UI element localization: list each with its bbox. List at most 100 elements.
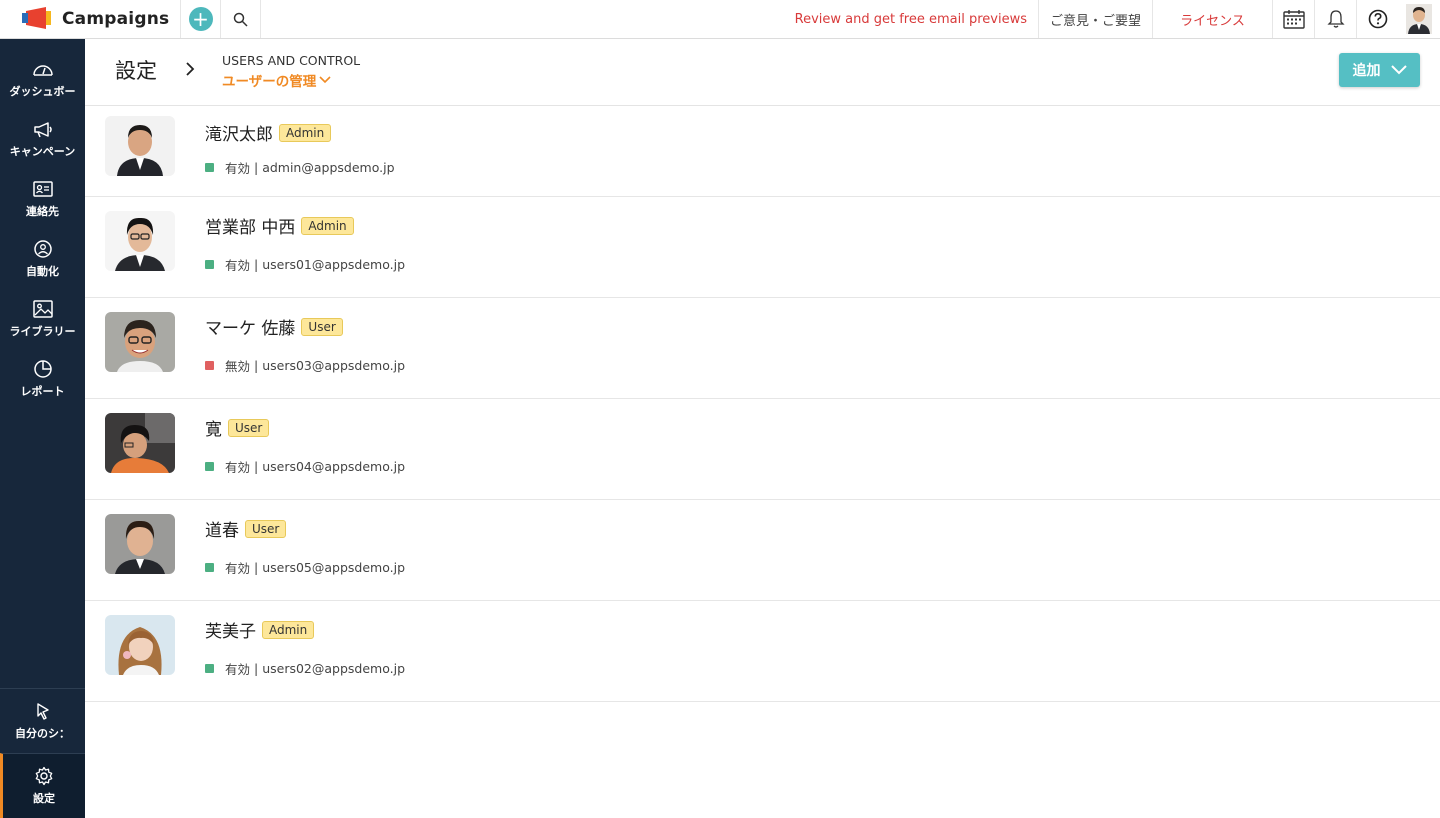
pointer-icon bbox=[36, 703, 49, 720]
user-name-line: マーケ 佐藤 User bbox=[205, 314, 343, 339]
sidebar-item-label: キャンペーン bbox=[9, 145, 76, 158]
feedback-link[interactable]: ご意見・ご要望 bbox=[1037, 0, 1152, 38]
user-name-line: 滝沢太郎 Admin bbox=[205, 120, 332, 145]
role-badge: User bbox=[228, 418, 270, 437]
user-avatar bbox=[105, 116, 175, 176]
role-badge: Admin bbox=[262, 620, 315, 639]
chevron-down-icon bbox=[1390, 65, 1407, 75]
user-email: admin@appsdemo.jp bbox=[262, 160, 395, 175]
role-badge: Admin bbox=[279, 123, 332, 142]
sidebar-item-settings[interactable]: 設定 bbox=[0, 753, 85, 818]
sidebar-item-campaigns[interactable]: キャンペーン bbox=[0, 109, 85, 169]
user-avatar bbox=[105, 413, 175, 473]
user-row[interactable]: 道春 User 有効 | users05@appsdemo.jp bbox=[85, 500, 1440, 601]
calendar-button[interactable] bbox=[1272, 0, 1314, 38]
user-name-line: 道春 User bbox=[205, 516, 287, 541]
page-header: 設定 USERS AND CONTROL ユーザーの管理 追加 bbox=[85, 39, 1440, 106]
sidebar-bottom: 自分のシ： 設定 bbox=[0, 688, 85, 818]
top-bar-spacer bbox=[260, 0, 784, 38]
help-icon bbox=[1368, 9, 1387, 29]
status-indicator bbox=[205, 163, 214, 172]
separator: | bbox=[250, 358, 263, 373]
user-status: 有効 bbox=[225, 258, 251, 273]
sidebar-item-label: 連絡先 bbox=[26, 205, 59, 218]
help-button[interactable] bbox=[1356, 0, 1398, 38]
status-indicator bbox=[205, 361, 214, 370]
user-status: 有効 bbox=[225, 161, 251, 176]
user-email: users03@appsdemo.jp bbox=[262, 358, 406, 373]
add-button[interactable]: 追加 bbox=[1339, 53, 1420, 87]
user-name: 芙美子 bbox=[205, 622, 256, 642]
sidebar-item-automation[interactable]: 自動化 bbox=[0, 229, 85, 289]
add-button-label: 追加 bbox=[1352, 63, 1381, 79]
email-preview-link[interactable]: Review and get free email previews bbox=[784, 0, 1038, 38]
subsection-label: ユーザーの管理 bbox=[222, 74, 317, 90]
notifications-button[interactable] bbox=[1314, 0, 1356, 38]
image-library-icon bbox=[32, 300, 53, 318]
separator: | bbox=[250, 459, 263, 474]
chevron-down-icon bbox=[319, 76, 331, 84]
separator: | bbox=[250, 160, 263, 175]
campaigns-logo-icon bbox=[22, 7, 51, 29]
create-button[interactable]: + bbox=[180, 0, 220, 38]
status-indicator bbox=[205, 563, 214, 572]
bell-icon bbox=[1326, 10, 1345, 28]
user-avatar bbox=[105, 514, 175, 574]
user-avatar-icon bbox=[1406, 4, 1432, 34]
sidebar-item-label: 自分のシ： bbox=[15, 727, 70, 740]
app-name: Campaigns bbox=[62, 9, 170, 29]
user-row[interactable]: 寛 User 有効 | users04@appsdemo.jp bbox=[85, 399, 1440, 500]
role-badge: User bbox=[301, 317, 343, 336]
user-status-line: 有効 | users04@appsdemo.jp bbox=[205, 457, 405, 476]
search-icon bbox=[233, 12, 248, 27]
separator: | bbox=[250, 560, 263, 575]
sidebar-item-label: ダッシュボー bbox=[9, 85, 76, 98]
sidebar: ダッシュボー キャンペーン 連絡先 自動化 ライブラリー レポート 自分のシ： … bbox=[0, 39, 85, 818]
brand[interactable]: Campaigns bbox=[0, 0, 180, 38]
separator: | bbox=[250, 661, 263, 676]
status-indicator bbox=[205, 462, 214, 471]
user-status-line: 有効 | admin@appsdemo.jp bbox=[205, 158, 395, 177]
user-name: 道春 bbox=[205, 521, 239, 541]
user-row[interactable]: 営業部 中西 Admin 有効 | users01@appsdemo.jp bbox=[85, 197, 1440, 298]
pie-chart-icon bbox=[33, 360, 52, 378]
user-avatar bbox=[105, 312, 175, 372]
role-badge: Admin bbox=[301, 216, 354, 235]
user-name-line: 芙美子 Admin bbox=[205, 617, 315, 642]
user-status-line: 有効 | users02@appsdemo.jp bbox=[205, 659, 405, 678]
user-row[interactable]: 芙美子 Admin 有効 | users02@appsdemo.jp bbox=[85, 601, 1440, 702]
sidebar-item-contacts[interactable]: 連絡先 bbox=[0, 169, 85, 229]
status-indicator bbox=[205, 664, 214, 673]
profile-avatar[interactable] bbox=[1398, 0, 1440, 38]
sidebar-item-label: 設定 bbox=[33, 792, 55, 805]
sidebar-top-gap bbox=[0, 39, 85, 49]
subsection-dropdown[interactable]: ユーザーの管理 bbox=[222, 70, 331, 90]
top-bar: Campaigns + Review and get free email pr… bbox=[0, 0, 1440, 39]
megaphone-icon bbox=[33, 122, 52, 138]
user-name-line: 寛 User bbox=[205, 415, 270, 440]
automation-icon bbox=[33, 240, 52, 258]
sidebar-item-my-sites[interactable]: 自分のシ： bbox=[0, 688, 85, 753]
user-name: 寛 bbox=[205, 420, 222, 440]
user-avatar bbox=[105, 615, 175, 675]
user-email: users02@appsdemo.jp bbox=[262, 661, 406, 676]
license-link[interactable]: ライセンス bbox=[1152, 0, 1272, 38]
user-status-line: 無効 | users03@appsdemo.jp bbox=[205, 356, 405, 375]
sidebar-item-library[interactable]: ライブラリー bbox=[0, 289, 85, 349]
user-name: 滝沢太郎 bbox=[205, 125, 273, 145]
calendar-icon bbox=[1282, 10, 1305, 29]
page-title: 設定 bbox=[115, 59, 157, 83]
sidebar-item-dashboard[interactable]: ダッシュボー bbox=[0, 49, 85, 109]
user-list: 滝沢太郎 Admin 有効 | admin@appsdemo.jp 営業部 中西… bbox=[85, 106, 1440, 702]
user-name: マーケ 佐藤 bbox=[205, 319, 296, 339]
breadcrumb-section: USERS AND CONTROL bbox=[222, 53, 361, 68]
sidebar-item-reports[interactable]: レポート bbox=[0, 349, 85, 409]
user-row[interactable]: マーケ 佐藤 User 無効 | users03@appsdemo.jp bbox=[85, 298, 1440, 399]
sidebar-item-label: レポート bbox=[20, 385, 65, 398]
user-avatar bbox=[105, 211, 175, 271]
sidebar-item-label: 自動化 bbox=[26, 265, 59, 278]
dashboard-icon bbox=[32, 65, 53, 76]
user-email: users05@appsdemo.jp bbox=[262, 560, 406, 575]
search-button[interactable] bbox=[220, 0, 260, 38]
user-row[interactable]: 滝沢太郎 Admin 有効 | admin@appsdemo.jp bbox=[85, 106, 1440, 197]
